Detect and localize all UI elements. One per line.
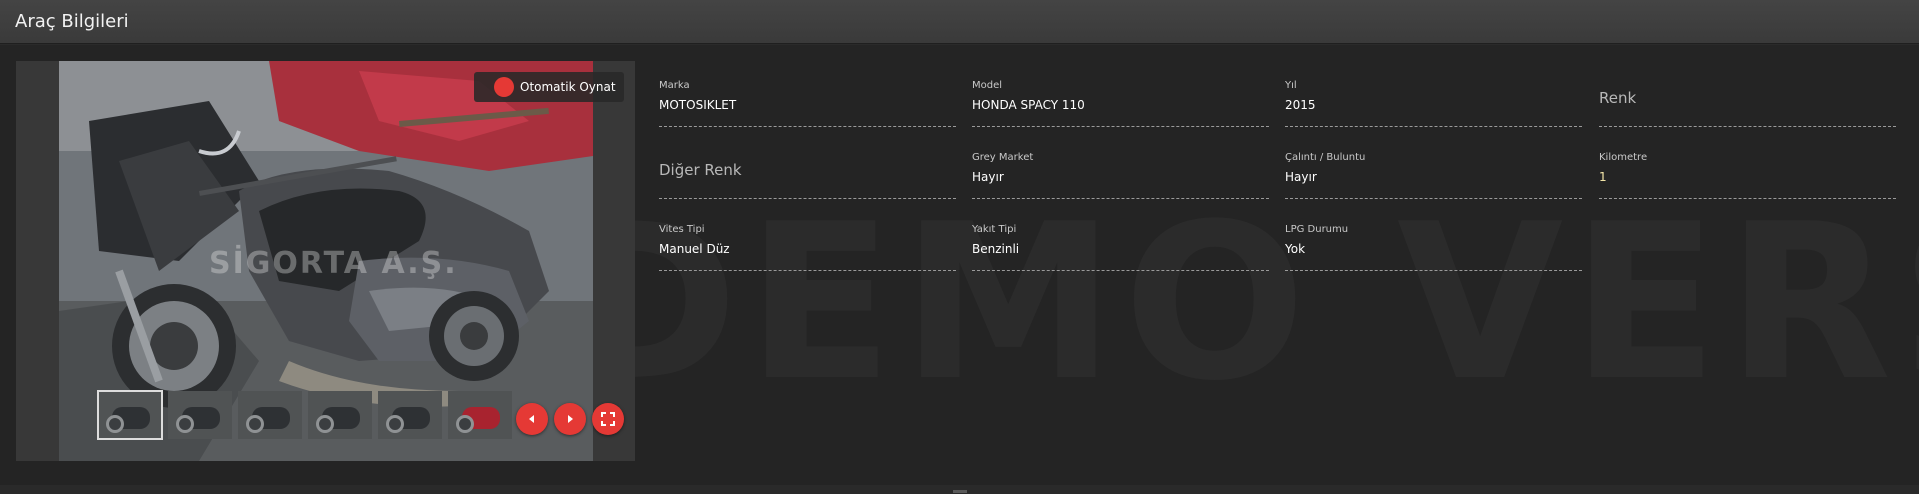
- field-marka: Marka MOTOSIKLET: [659, 68, 956, 127]
- record-icon: [494, 77, 514, 97]
- field-kilometre: Kilometre 1: [1599, 140, 1896, 199]
- field-diger-renk: Diğer Renk: [659, 140, 956, 199]
- field-label: Yıl: [1285, 80, 1297, 91]
- autoplay-label: Otomatik Oynat: [520, 80, 616, 94]
- thumbnail-strip: [97, 390, 578, 441]
- autoplay-toggle[interactable]: Otomatik Oynat: [474, 72, 624, 102]
- thumbnail[interactable]: [168, 391, 232, 439]
- field-grey-market: Grey Market Hayır: [972, 140, 1269, 199]
- field-label: Diğer Renk: [659, 161, 742, 179]
- field-yakit: Yakıt Tipi Benzinli: [972, 212, 1269, 271]
- scroll-indicator: [953, 490, 967, 493]
- field-value: HONDA SPACY 110: [972, 98, 1085, 112]
- field-label: Çalıntı / Buluntu: [1285, 152, 1366, 163]
- previous-button[interactable]: [516, 403, 548, 435]
- field-label: Renk: [1599, 89, 1637, 107]
- field-label: LPG Durumu: [1285, 224, 1349, 235]
- page-header: Araç Bilgileri: [0, 0, 1919, 44]
- thumbnail[interactable]: [97, 390, 163, 440]
- next-button[interactable]: [554, 403, 586, 435]
- field-lpg: LPG Durumu Yok: [1285, 212, 1582, 271]
- thumbnail[interactable]: [238, 391, 302, 439]
- photo-watermark: SİGORTA A.Ş.: [209, 246, 458, 281]
- fullscreen-button[interactable]: [592, 403, 624, 435]
- field-value: Benzinli: [972, 242, 1020, 256]
- thumbnail[interactable]: [378, 391, 442, 439]
- field-label: Marka: [659, 80, 690, 91]
- chevron-left-icon: [529, 415, 534, 423]
- field-label: Grey Market: [972, 152, 1034, 163]
- field-value: 1: [1599, 170, 1607, 184]
- field-value: MOTOSIKLET: [659, 98, 737, 112]
- fullscreen-icon: [601, 412, 615, 426]
- field-renk: Renk: [1599, 68, 1896, 127]
- field-label: Kilometre: [1599, 152, 1648, 163]
- photo-gallery: SİGORTA A.Ş. Otomatik Oynat: [16, 61, 635, 461]
- thumbnail[interactable]: [308, 391, 372, 439]
- field-label: Model: [972, 80, 1003, 91]
- field-value: Hayır: [972, 170, 1004, 184]
- field-value: 2015: [1285, 98, 1316, 112]
- field-model: Model HONDA SPACY 110: [972, 68, 1269, 127]
- field-value: Yok: [1285, 242, 1306, 256]
- field-value: Manuel Düz: [659, 242, 730, 256]
- field-value: Hayır: [1285, 170, 1317, 184]
- field-vites: Vites Tipi Manuel Düz: [659, 212, 956, 271]
- thumbnail[interactable]: [448, 391, 512, 439]
- field-label: Vites Tipi: [659, 224, 705, 235]
- vehicle-fields: Marka MOTOSIKLET Model HONDA SPACY 110 Y…: [659, 68, 1899, 288]
- field-label: Yakıt Tipi: [972, 224, 1017, 235]
- field-calinti: Çalıntı / Buluntu Hayır: [1285, 140, 1582, 199]
- field-yil: Yıl 2015: [1285, 68, 1582, 127]
- page-title: Araç Bilgileri: [15, 11, 129, 32]
- chevron-right-icon: [568, 415, 573, 423]
